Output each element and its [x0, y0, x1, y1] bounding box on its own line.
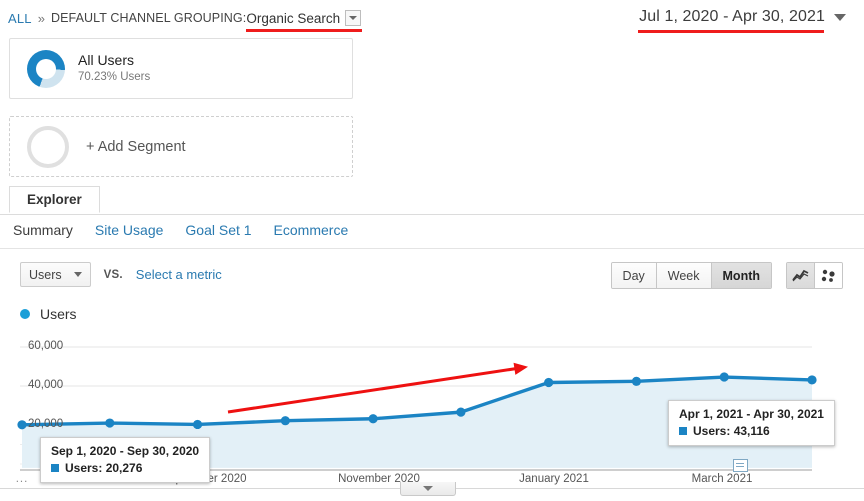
tooltip-metric-row: Users: 43,116 — [679, 424, 824, 438]
tab-explorer[interactable]: Explorer — [9, 186, 100, 213]
chart-type-button-group — [786, 262, 843, 289]
tooltip-color-swatch — [679, 427, 687, 435]
section-divider — [0, 248, 864, 249]
tab-strip: Explorer — [0, 186, 864, 215]
chevron-down-icon[interactable] — [345, 10, 362, 26]
y-axis-tick-label: 20,000 — [28, 418, 64, 430]
tooltip-metric-value: Users: 43,116 — [693, 424, 770, 438]
vs-label: VS. — [103, 268, 123, 281]
y-axis-tick-label: 40,000 — [28, 379, 64, 391]
x-axis-tick-label: January 2021 — [519, 473, 589, 485]
date-range-picker[interactable]: Jul 1, 2020 - Apr 30, 2021 — [638, 8, 846, 33]
chart-tooltip-left: Sep 1, 2020 - Sep 30, 2020 Users: 20,276 — [40, 437, 211, 483]
breadcrumb-dimension-value-wrap: Organic Search — [246, 11, 363, 32]
chart-legend: Users — [20, 306, 77, 322]
red-underline-annotation — [246, 28, 363, 32]
breadcrumb-separator: » — [37, 10, 45, 26]
subtab-site-usage[interactable]: Site Usage — [95, 222, 163, 238]
sub-tab-bar: Summary Site Usage Goal Set 1 Ecommerce — [13, 222, 348, 238]
tooltip-title: Apr 1, 2021 - Apr 30, 2021 — [679, 407, 824, 421]
subtab-summary[interactable]: Summary — [13, 222, 73, 238]
x-axis-tick-label: ... — [15, 473, 29, 485]
chart-controls: Day Week Month — [610, 262, 843, 289]
tooltip-title: Sep 1, 2020 - Sep 30, 2020 — [51, 444, 200, 458]
donut-chart-icon — [27, 49, 65, 88]
select-a-metric-link[interactable]: Select a metric — [136, 267, 222, 282]
legend-label-users: Users — [40, 306, 77, 322]
granularity-day-button[interactable]: Day — [611, 263, 657, 288]
metric-select-label: Users — [29, 267, 62, 282]
subtab-goal-set-1[interactable]: Goal Set 1 — [185, 222, 251, 238]
y-axis-tick-label: 60,000 — [28, 340, 64, 352]
subtab-ecommerce[interactable]: Ecommerce — [274, 222, 349, 238]
granularity-toggle-group: Day Week Month — [610, 262, 772, 289]
tooltip-metric-row: Users: 20,276 — [51, 461, 199, 475]
annotation-note-icon[interactable] — [733, 459, 748, 472]
breadcrumb-dimension-value[interactable]: Organic Search — [246, 11, 340, 26]
legend-color-dot — [20, 309, 30, 319]
tooltip-metric-value: Users: 20,276 — [65, 461, 143, 475]
date-range-value: Jul 1, 2020 - Apr 30, 2021 — [639, 8, 825, 25]
chevron-down-icon — [73, 272, 82, 277]
line-chart-icon[interactable] — [787, 263, 815, 288]
empty-circle-icon — [27, 125, 69, 168]
breadcrumb-all-link[interactable]: ALL — [8, 11, 32, 26]
breadcrumb-dimension-label: DEFAULT CHANNEL GROUPING: — [50, 11, 247, 25]
tooltip-color-swatch — [51, 464, 59, 472]
segment-all-users[interactable]: All Users 70.23% Users — [9, 38, 353, 99]
add-segment-button[interactable]: + Add Segment — [9, 116, 353, 177]
granularity-month-button[interactable]: Month — [711, 263, 771, 288]
metric-selector-row: Users VS. Select a metric — [20, 262, 222, 287]
granularity-week-button[interactable]: Week — [656, 263, 712, 288]
x-axis-tick-label: March 2021 — [691, 473, 753, 485]
chart-tooltip-right: Apr 1, 2021 - Apr 30, 2021 Users: 43,116 — [668, 400, 835, 446]
segment-subtitle: 70.23% Users — [78, 71, 151, 83]
motion-chart-icon[interactable] — [815, 263, 842, 288]
segment-title: All Users — [78, 52, 135, 68]
chevron-down-icon[interactable] — [400, 482, 456, 496]
add-segment-label: + Add Segment — [86, 138, 186, 155]
red-underline-annotation — [638, 30, 825, 33]
segment-text: All Users 70.23% Users — [78, 52, 150, 85]
metric-select-users[interactable]: Users — [20, 262, 91, 287]
chevron-down-icon — [834, 13, 846, 21]
